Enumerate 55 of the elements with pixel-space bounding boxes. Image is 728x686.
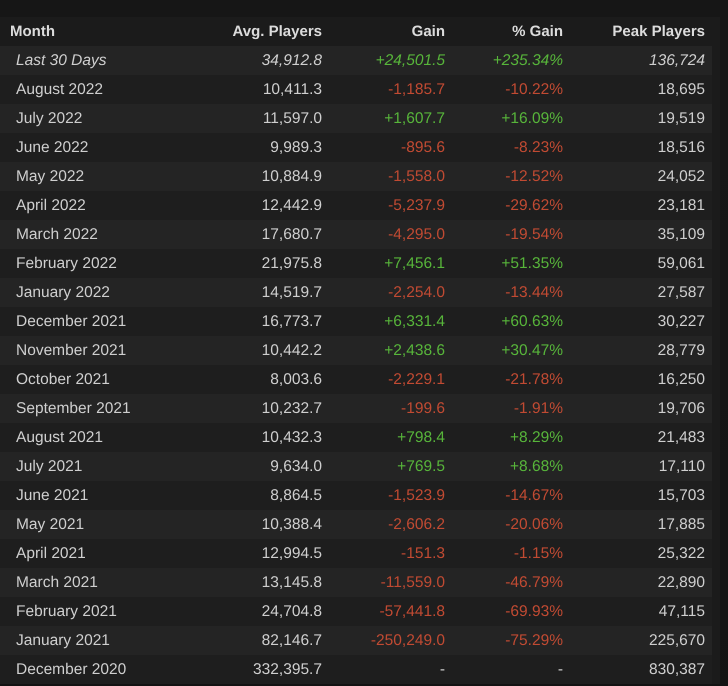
- table-cell: +235.34%: [452, 46, 570, 75]
- table-cell: +24,501.5: [329, 46, 452, 75]
- table-cell: January 2022: [0, 278, 200, 307]
- table-cell: 27,587: [570, 278, 712, 307]
- table-cell: +769.5: [329, 452, 452, 481]
- table-cell: 17,110: [570, 452, 712, 481]
- table-cell: 10,884.9: [200, 162, 329, 191]
- table-cell: +16.09%: [452, 104, 570, 133]
- table-cell: 136,724: [570, 46, 712, 75]
- table-cell: -11,559.0: [329, 568, 452, 597]
- table-cell: 14,519.7: [200, 278, 329, 307]
- table-cell: July 2022: [0, 104, 200, 133]
- table-cell: January 2021: [0, 626, 200, 655]
- table-cell: -1,558.0: [329, 162, 452, 191]
- table-cell: -75.29%: [452, 626, 570, 655]
- table-cell: 24,052: [570, 162, 712, 191]
- table-cell: 11,597.0: [200, 104, 329, 133]
- table-cell: 225,670: [570, 626, 712, 655]
- table-cell: 10,442.2: [200, 336, 329, 365]
- table-cell: November 2021: [0, 336, 200, 365]
- table-cell: May 2022: [0, 162, 200, 191]
- table-cell: 82,146.7: [200, 626, 329, 655]
- table-cell: 19,519: [570, 104, 712, 133]
- table-cell: 22,890: [570, 568, 712, 597]
- table-cell: 17,680.7: [200, 220, 329, 249]
- table-cell: +1,607.7: [329, 104, 452, 133]
- table-cell: 9,634.0: [200, 452, 329, 481]
- table-cell: +2,438.6: [329, 336, 452, 365]
- table-cell: 10,388.4: [200, 510, 329, 539]
- table-cell: 34,912.8: [200, 46, 329, 75]
- table-cell: 10,232.7: [200, 394, 329, 423]
- table-cell: -1.91%: [452, 394, 570, 423]
- table-cell: -2,606.2: [329, 510, 452, 539]
- table-cell: -250,249.0: [329, 626, 452, 655]
- table-cell: 13,145.8: [200, 568, 329, 597]
- table-cell: July 2021: [0, 452, 200, 481]
- table-cell: September 2021: [0, 394, 200, 423]
- table-cell: 28,779: [570, 336, 712, 365]
- table-cell: 17,885: [570, 510, 712, 539]
- table-cell: -12.52%: [452, 162, 570, 191]
- table-cell: -19.54%: [452, 220, 570, 249]
- table-cell: 35,109: [570, 220, 712, 249]
- table-cell: +8.68%: [452, 452, 570, 481]
- table-cell: -199.6: [329, 394, 452, 423]
- table-cell: +30.47%: [452, 336, 570, 365]
- table-cell: -2,254.0: [329, 278, 452, 307]
- table-cell: March 2021: [0, 568, 200, 597]
- table-cell: -13.44%: [452, 278, 570, 307]
- table-cell: Last 30 Days: [0, 46, 200, 75]
- table-cell: -46.79%: [452, 568, 570, 597]
- table-cell: -20.06%: [452, 510, 570, 539]
- table-cell: -4,295.0: [329, 220, 452, 249]
- table-cell: March 2022: [0, 220, 200, 249]
- table-cell: 19,706: [570, 394, 712, 423]
- table-cell: May 2021: [0, 510, 200, 539]
